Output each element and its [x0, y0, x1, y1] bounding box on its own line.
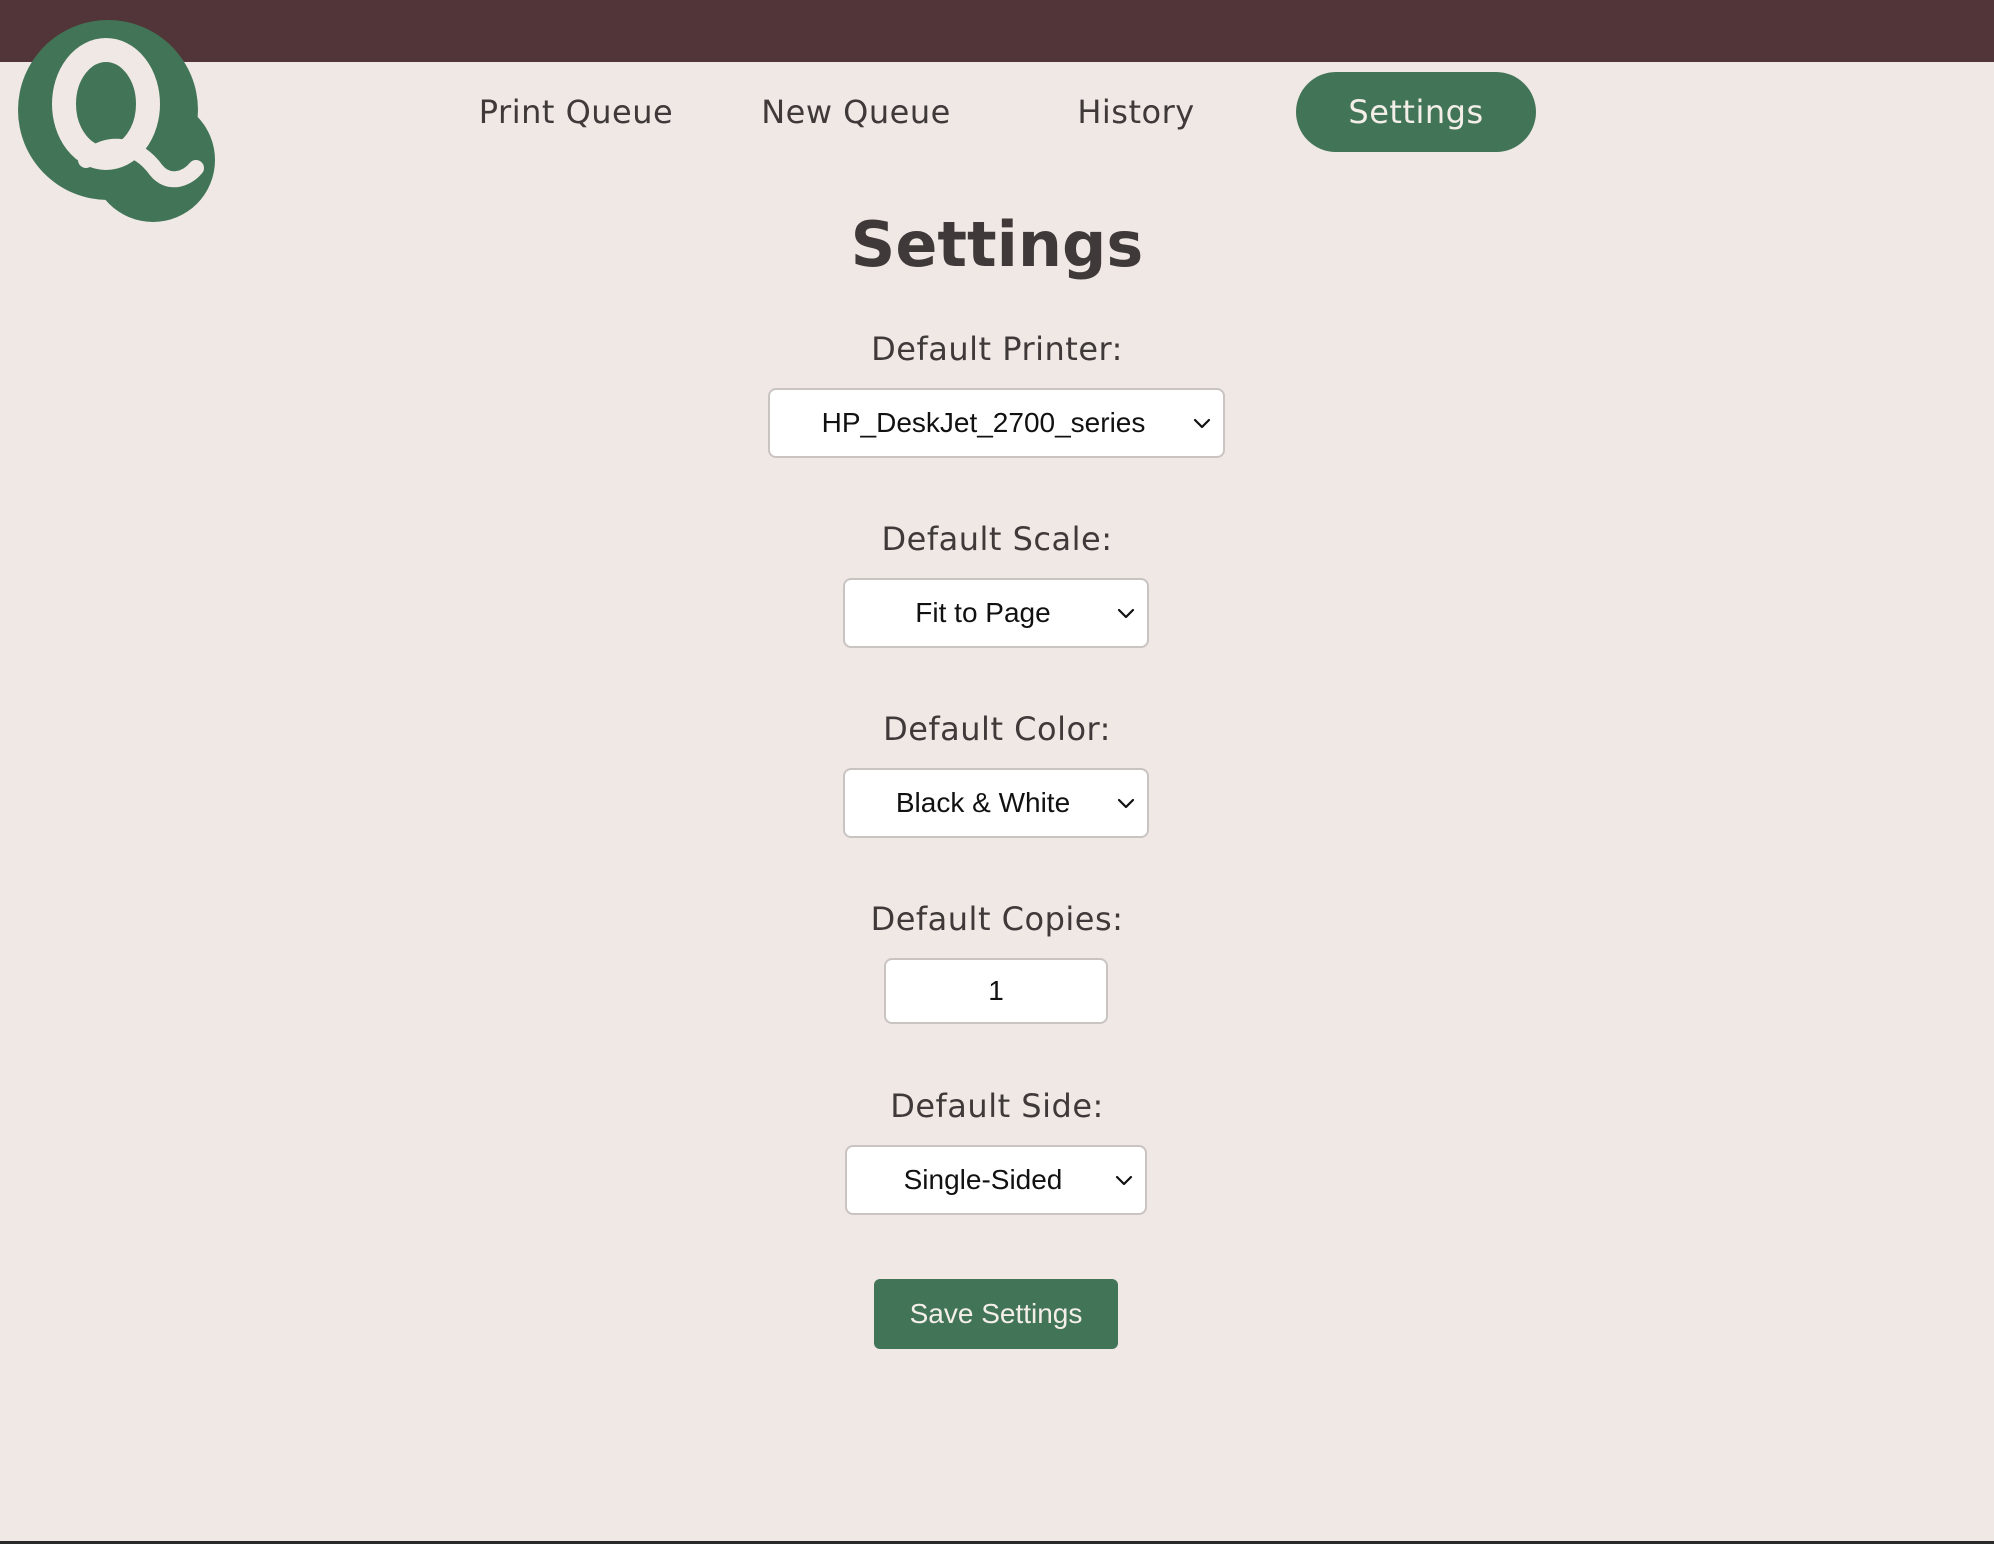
printer-label: Default Printer: — [871, 330, 1123, 368]
nav-history[interactable]: History — [1026, 72, 1246, 152]
scale-select[interactable]: Fit to Page — [843, 578, 1149, 648]
main-nav: Print Queue New Queue History Settings — [0, 72, 1994, 152]
side-select[interactable]: Single-Sided — [845, 1145, 1147, 1215]
copies-label: Default Copies: — [870, 900, 1124, 938]
chevron-down-icon — [1193, 418, 1211, 429]
nav-settings[interactable]: Settings — [1296, 72, 1536, 152]
page-title: Settings — [850, 208, 1144, 281]
copies-input[interactable]: 1 — [884, 958, 1108, 1024]
save-settings-button[interactable]: Save Settings — [874, 1279, 1118, 1349]
nav-print-queue[interactable]: Print Queue — [466, 72, 686, 152]
chevron-down-icon — [1117, 798, 1135, 809]
scale-select-value: Fit to Page — [915, 597, 1051, 628]
chevron-down-icon — [1117, 608, 1135, 619]
color-select[interactable]: Black & White — [843, 768, 1149, 838]
color-label: Default Color: — [883, 710, 1111, 748]
chevron-down-icon — [1115, 1175, 1133, 1186]
color-select-value: Black & White — [895, 787, 1071, 818]
printer-select[interactable]: HP_DeskJet_2700_series — [768, 388, 1225, 458]
side-select-value: Single-Sided — [903, 1164, 1063, 1195]
printer-select-value: HP_DeskJet_2700_series — [821, 407, 1146, 438]
scale-label: Default Scale: — [881, 520, 1113, 558]
side-label: Default Side: — [890, 1087, 1104, 1125]
header-bar — [0, 0, 1994, 62]
nav-new-queue[interactable]: New Queue — [746, 72, 966, 152]
